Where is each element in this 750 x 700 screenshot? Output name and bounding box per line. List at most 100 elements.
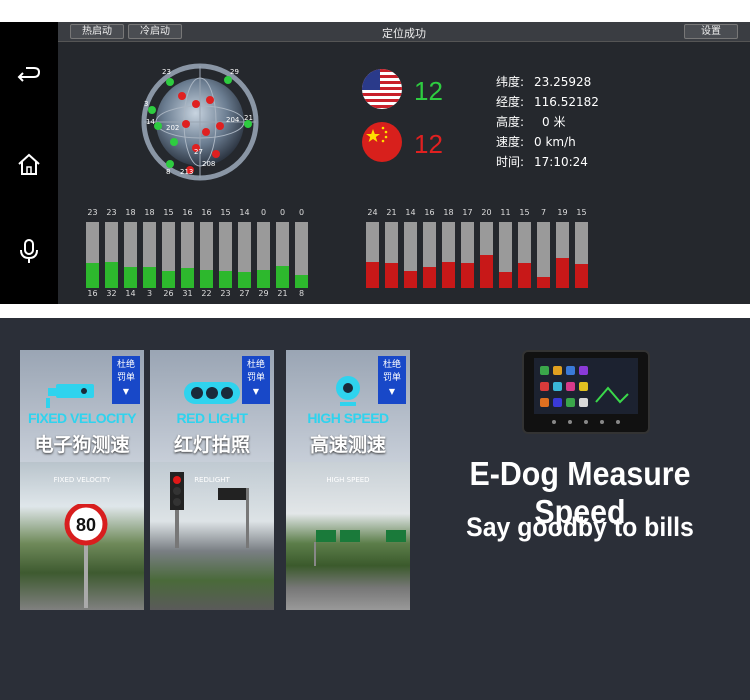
bar-fill [518, 262, 531, 288]
gps-satellite-count: 12 [414, 76, 443, 106]
bar-snr-label: 0 [279, 208, 286, 217]
bar-track [219, 222, 232, 288]
svg-text:29: 29 [230, 68, 239, 76]
bar-prn-label: 26 [163, 289, 174, 298]
bar-track [86, 222, 99, 288]
bar-fill [124, 266, 137, 288]
bar-fill [537, 277, 550, 288]
bar-snr-label: 19 [557, 208, 568, 217]
road-photo: HIGH SPEED [286, 462, 410, 610]
bar-track [480, 222, 493, 288]
hot-start-button[interactable]: 热启动 [70, 24, 124, 39]
card-title-en: FIXED VELOCITY [27, 410, 137, 426]
bar-track [181, 222, 194, 288]
speed-value: 0 km/h [534, 135, 576, 149]
speed-label: 速度: [496, 135, 525, 149]
bar-snr-label: 16 [201, 208, 212, 217]
top-white-band [0, 0, 750, 22]
bar-fill [461, 262, 474, 288]
bar-track [518, 222, 531, 288]
svg-text:208: 208 [202, 160, 215, 168]
bar-prn-label: 14 [125, 289, 136, 298]
card-title-cn: 高速测速 [309, 434, 386, 456]
china-flag-icon [362, 122, 402, 162]
bar-fill [499, 272, 512, 288]
bar-track [499, 222, 512, 288]
altitude-label: 高度: [496, 115, 525, 129]
sidebar [0, 22, 58, 304]
svg-text:3: 3 [144, 100, 148, 108]
microphone-icon[interactable] [14, 236, 44, 266]
gps-screen: 热启动 冷启动 定位成功 设置 23 29 3 21 8 202 213 208… [0, 22, 750, 304]
bar-prn-label: 31 [182, 289, 193, 298]
speed-limit-sign-icon: 80 [64, 504, 108, 608]
bar-snr-label: 15 [576, 208, 587, 217]
bar-snr-label: 24 [367, 208, 378, 217]
time-label: 时间: [496, 155, 525, 169]
bar-fill [105, 261, 118, 288]
usa-flag-icon [362, 69, 402, 109]
bar-fill [295, 274, 308, 288]
bar-track [556, 222, 569, 288]
bar-snr-label: 0 [260, 208, 267, 217]
svg-text:14: 14 [146, 118, 155, 126]
road-photo: REDLIGHT [150, 462, 274, 610]
traffic-signal-pole-icon [170, 472, 249, 548]
bar-snr-label: 18 [443, 208, 454, 217]
bar-snr-label: 16 [424, 208, 435, 217]
page-title: 定位成功 [382, 27, 426, 40]
bar-track [404, 222, 417, 288]
highway-sign-icon [314, 530, 406, 566]
bar-fill [556, 257, 569, 288]
no-ticket-badge: 杜绝 罚单 ▼ [112, 356, 140, 404]
bar-fill [575, 264, 588, 288]
bar-snr-label: 15 [519, 208, 530, 217]
time-value: 17:10:24 [534, 155, 588, 169]
card-title-cn: 电子狗测速 [34, 434, 130, 456]
bar-track [162, 222, 175, 288]
bar-fill [200, 269, 213, 288]
bar-track [124, 222, 137, 288]
svg-text:80: 80 [76, 515, 96, 535]
traffic-light-icon [184, 382, 240, 404]
card-title-cn: 红灯拍照 [173, 434, 250, 456]
bar-fill [162, 270, 175, 288]
longitude-value: 116.52182 [534, 95, 599, 109]
beidou-satellite-count: 12 [414, 129, 443, 159]
home-icon[interactable] [14, 150, 44, 180]
settings-button[interactable]: 设置 [684, 24, 738, 39]
section-divider [0, 304, 750, 318]
road-photo: FIXED VELOCITY 80 [20, 462, 144, 610]
card-red-light: 杜绝 罚单 ▼ RED LIGHT 红灯拍照 REDLIGHT [150, 350, 274, 610]
bar-snr-label: 16 [182, 208, 193, 217]
card-fixed-velocity: 杜绝 罚单 ▼ FIXED VELOCITY 电子狗测速 FIXED VELOCIT… [20, 350, 144, 610]
bar-prn-label: 23 [220, 289, 231, 298]
bar-track [575, 222, 588, 288]
bar-track [238, 222, 251, 288]
bar-fill [442, 261, 455, 288]
webcam-icon [336, 376, 360, 406]
svg-text:8: 8 [166, 168, 170, 176]
bar-prn-label: 32 [106, 289, 117, 298]
bar-track [257, 222, 270, 288]
card-title-en: HIGH SPEED [307, 410, 389, 426]
bar-track [105, 222, 118, 288]
no-ticket-badge: 杜绝 罚单 ▼ [242, 356, 270, 404]
bar-prn-label: 3 [146, 289, 153, 298]
cold-start-button[interactable]: 冷启动 [128, 24, 182, 39]
svg-text:27: 27 [194, 148, 203, 156]
bar-snr-label: 14 [239, 208, 250, 217]
no-ticket-badge: 杜绝 罚单 ▼ [378, 356, 406, 404]
bar-snr-label: 11 [500, 208, 511, 217]
svg-text:204: 204 [226, 116, 240, 124]
bar-snr-label: 14 [405, 208, 416, 217]
bar-fill [423, 266, 436, 288]
bar-track [143, 222, 156, 288]
bar-fill [219, 270, 232, 288]
head-unit-thumbnail [522, 350, 650, 434]
bar-prn-label: 29 [258, 289, 269, 298]
back-icon[interactable] [14, 62, 44, 92]
bar-prn-label: 8 [298, 289, 305, 298]
bar-snr-label: 18 [144, 208, 155, 217]
main-panel: 热启动 冷启动 定位成功 设置 23 29 3 21 8 202 213 208… [58, 22, 750, 304]
